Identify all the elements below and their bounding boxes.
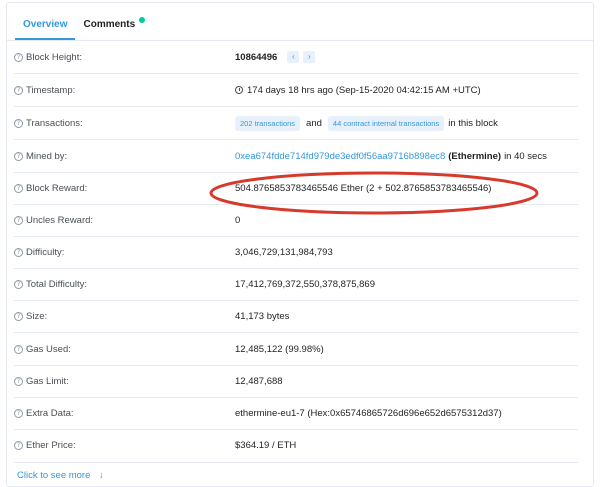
extra-data-value: ethermine-eu1-7 (Hex:0x65746865726d696e6… — [235, 407, 502, 419]
click-to-see-more-label: Click to see more — [17, 470, 91, 481]
size-value: 41,173 bytes — [235, 310, 290, 322]
row-total-difficulty: ? Total Difficulty: 17,412,769,372,550,37… — [14, 268, 578, 301]
block-height-value: 10864496 — [235, 51, 278, 63]
next-block-button[interactable]: › — [303, 51, 316, 63]
row-uncles-reward: ? Uncles Reward: 0 — [14, 204, 578, 237]
block-reward-label: Block Reward: — [26, 182, 88, 194]
gas-used-value: 12,485,122 (99.98%) — [235, 343, 324, 355]
row-size: ? Size: 41,173 bytes — [14, 300, 578, 333]
help-icon[interactable]: ? — [14, 151, 23, 161]
mined-by-label: Mined by: — [26, 150, 68, 162]
help-icon[interactable]: ? — [14, 376, 23, 386]
uncles-reward-value: 0 — [235, 214, 241, 226]
click-to-see-more-link[interactable]: Click to see more ↓ — [17, 470, 104, 481]
help-icon[interactable]: ? — [14, 52, 23, 62]
row-timestamp: ? Timestamp: 174 days 18 hrs ago (Sep-15-… — [14, 74, 578, 107]
size-label: Size: — [26, 310, 48, 322]
help-icon[interactable]: ? — [14, 118, 23, 128]
row-difficulty: ? Difficulty: 3,046,729,131,984,793 — [14, 236, 578, 269]
ether-price-value: $364.19 / ETH — [235, 440, 297, 451]
total-difficulty-label: Total Difficulty: — [26, 278, 88, 290]
uncles-reward-label: Uncles Reward: — [26, 214, 94, 226]
timestamp-label: Timestamp: — [26, 84, 76, 96]
row-block-reward: ? Block Reward: 504.8765853783465546 Ethe… — [14, 172, 578, 205]
row-ether-price: ? Ether Price: $364.19 / ETH — [14, 429, 578, 462]
tab-comments-label: Comments — [83, 19, 136, 30]
row-transactions: ? Transactions: 202 transactions and 44 c… — [14, 107, 578, 140]
extra-data-label: Extra Data: — [26, 407, 74, 419]
help-icon[interactable]: ? — [14, 441, 23, 450]
transactions-suffix: in this block — [448, 117, 498, 129]
internal-transactions-link[interactable]: 44 contract internal transactions — [327, 115, 445, 131]
tab-comments[interactable]: Comments — [75, 17, 146, 40]
comments-notification-dot — [139, 17, 146, 23]
row-gas-limit: ? Gas Limit: 12,487,688 — [14, 365, 578, 398]
miner-name: (Ethermine) — [448, 150, 502, 162]
prev-block-button[interactable]: ‹ — [287, 51, 300, 63]
transactions-link[interactable]: 202 transactions — [235, 115, 301, 131]
row-block-height: ? Block Height: 10864496 ‹ › — [14, 41, 578, 74]
miner-address-link[interactable]: 0xea674fdde714fd979de3edf0f56aa9716b898e… — [235, 151, 445, 162]
ether-price-label: Ether Price: — [26, 440, 76, 451]
and-text: and — [306, 117, 322, 129]
divider — [14, 462, 578, 463]
clock-icon — [235, 86, 243, 94]
help-icon[interactable]: ? — [14, 215, 23, 225]
help-icon[interactable]: ? — [14, 408, 23, 418]
help-icon[interactable]: ? — [14, 85, 23, 95]
mined-time: in 40 secs — [504, 150, 547, 162]
help-icon[interactable]: ? — [14, 247, 23, 257]
help-icon[interactable]: ? — [14, 279, 23, 289]
help-icon[interactable]: ? — [14, 183, 23, 193]
row-extra-data: ? Extra Data: ethermine-eu1-7 (Hex:0x6574… — [14, 397, 578, 430]
block-height-label: Block Height: — [26, 51, 82, 63]
difficulty-label: Difficulty: — [26, 246, 65, 258]
row-mined-by: ? Mined by: 0xea674fdde714fd979de3edf0f56… — [14, 140, 578, 173]
help-icon[interactable]: ? — [14, 344, 23, 354]
difficulty-value: 3,046,729,131,984,793 — [235, 246, 333, 258]
gas-limit-value: 12,487,688 — [235, 375, 283, 387]
row-gas-used: ? Gas Used: 12,485,122 (99.98%) — [14, 333, 578, 366]
timestamp-value: 174 days 18 hrs ago (Sep-15-2020 04:42:1… — [247, 84, 481, 96]
total-difficulty-value: 17,412,769,372,550,378,875,869 — [235, 278, 375, 290]
gas-used-label: Gas Used: — [26, 343, 71, 355]
transactions-label: Transactions: — [26, 117, 83, 129]
block-reward-value: 504.8765853783465546 Ether (2 + 502.8765… — [235, 182, 492, 194]
tab-overview[interactable]: Overview — [15, 19, 76, 40]
help-icon[interactable]: ? — [14, 311, 23, 321]
tab-bar: Overview Comments — [7, 3, 593, 41]
arrow-down-icon: ↓ — [99, 470, 104, 481]
gas-limit-label: Gas Limit: — [26, 375, 69, 387]
